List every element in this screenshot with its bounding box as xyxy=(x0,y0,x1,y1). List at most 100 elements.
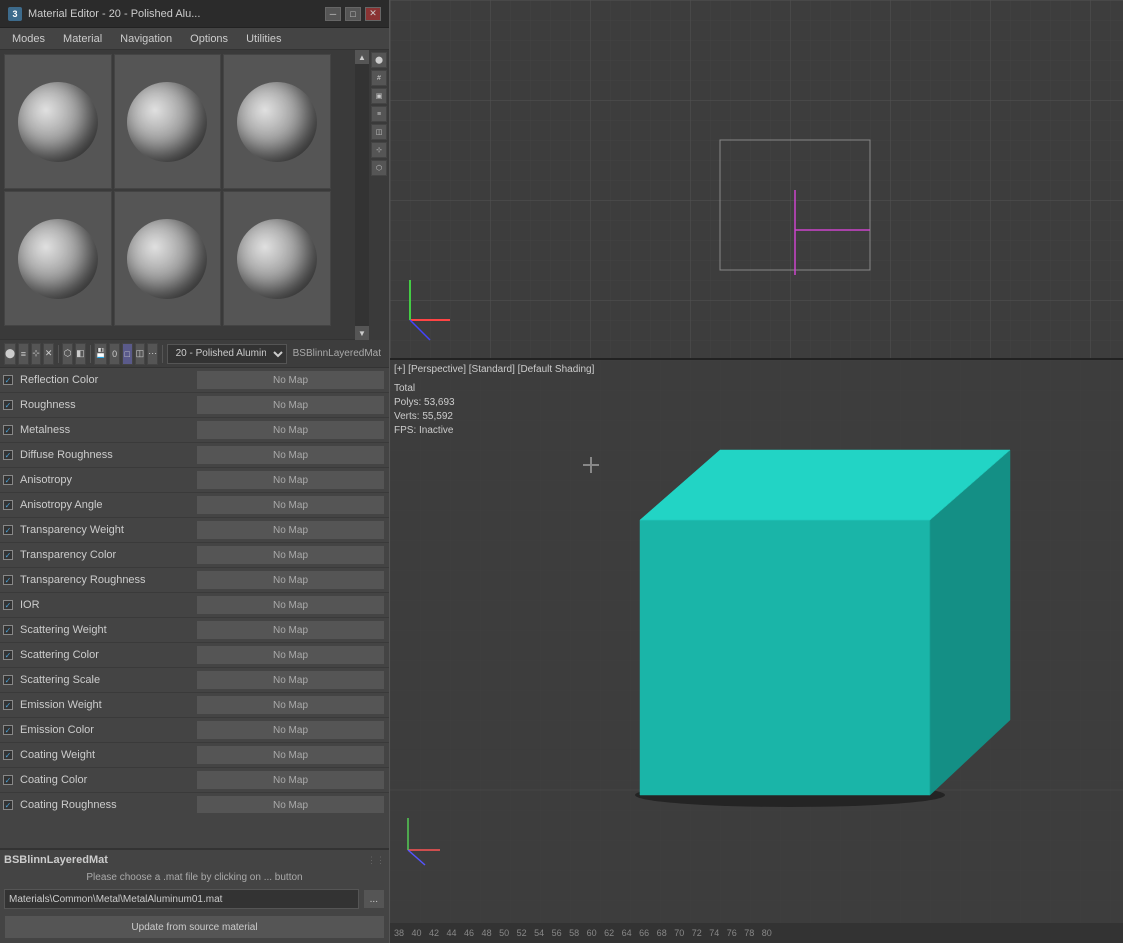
prop-value-14[interactable]: No Map xyxy=(196,720,385,740)
bs-update-button[interactable]: Update from source material xyxy=(4,915,385,939)
prop-value-9[interactable]: No Map xyxy=(196,595,385,615)
prop-checkbox-11[interactable]: ✓ xyxy=(3,650,13,660)
prop-checkbox-12[interactable]: ✓ xyxy=(3,675,13,685)
prop-checkbox-4[interactable]: ✓ xyxy=(3,475,13,485)
preview-icon-4[interactable]: ≡ xyxy=(371,106,387,122)
menu-material[interactable]: Material xyxy=(55,31,110,47)
toolbar-btn-10[interactable]: ⋯ xyxy=(147,343,158,365)
preview-icon-1[interactable]: ⬤ xyxy=(371,52,387,68)
prop-checkbox-8[interactable]: ✓ xyxy=(3,575,13,585)
menu-navigation[interactable]: Navigation xyxy=(112,31,180,47)
title-bar-left: 3 Material Editor - 20 - Polished Alu... xyxy=(8,7,200,21)
prop-value-4[interactable]: No Map xyxy=(196,470,385,490)
bs-browse-button[interactable]: ... xyxy=(363,889,385,909)
prop-checkbox-2[interactable]: ✓ xyxy=(3,425,13,435)
toolbar-btn-8[interactable]: □ xyxy=(122,343,133,365)
prop-checkbox-16[interactable]: ✓ xyxy=(3,775,13,785)
top-wireframe-viewport xyxy=(390,0,1123,360)
prop-checkbox-5[interactable]: ✓ xyxy=(3,500,13,510)
prop-name-11: Scattering Color xyxy=(16,649,196,661)
bs-header: BSBlinnLayeredMat ⋮⋮ xyxy=(4,854,385,866)
menu-options[interactable]: Options xyxy=(182,31,236,47)
preview-icon-5[interactable]: ◫ xyxy=(371,124,387,140)
scroll-up-arrow[interactable]: ▲ xyxy=(355,50,369,64)
preview-cell-3[interactable] xyxy=(223,54,331,189)
prop-value-2[interactable]: No Map xyxy=(196,420,385,440)
toolbar: ⬤ ≡ ⊹ ✕ ⬡ ◧ 💾 0 □ ◫ ⋯ 20 - Polished Alum… xyxy=(0,340,389,368)
toolbar-btn-5[interactable]: ⬡ xyxy=(62,343,73,365)
toolbar-btn-6[interactable]: ◧ xyxy=(75,343,86,365)
prop-checkbox-17[interactable]: ✓ xyxy=(3,800,13,810)
toolbar-btn-7[interactable]: 0 xyxy=(109,343,120,365)
prop-checkbox-6[interactable]: ✓ xyxy=(3,525,13,535)
fps-value: Inactive xyxy=(419,425,453,436)
prop-value-7[interactable]: No Map xyxy=(196,545,385,565)
toolbar-btn-4[interactable]: ✕ xyxy=(43,343,54,365)
preview-grid xyxy=(0,50,335,330)
preview-icon-2[interactable]: # xyxy=(371,70,387,86)
prop-checkbox-13[interactable]: ✓ xyxy=(3,700,13,710)
prop-checkbox-9[interactable]: ✓ xyxy=(3,600,13,610)
prop-value-1[interactable]: No Map xyxy=(196,395,385,415)
prop-checkbox-3[interactable]: ✓ xyxy=(3,450,13,460)
prop-checkbox-0[interactable]: ✓ xyxy=(3,375,13,385)
restore-button[interactable]: □ xyxy=(345,7,361,21)
prop-value-6[interactable]: No Map xyxy=(196,520,385,540)
preview-icon-7[interactable]: ⬡ xyxy=(371,160,387,176)
menu-utilities[interactable]: Utilities xyxy=(238,31,289,47)
prop-row-0: ✓Reflection ColorNo Map xyxy=(0,368,389,393)
prop-value-15[interactable]: No Map xyxy=(196,745,385,765)
prop-value-11[interactable]: No Map xyxy=(196,645,385,665)
prop-value-10[interactable]: No Map xyxy=(196,620,385,640)
toolbar-btn-2[interactable]: ≡ xyxy=(18,343,29,365)
polys-value: 53,693 xyxy=(424,397,455,408)
minimize-button[interactable]: ─ xyxy=(325,7,341,21)
prop-name-0: Reflection Color xyxy=(16,374,196,386)
stats-verts: Verts: 55,592 xyxy=(394,410,455,424)
prop-checkbox-15[interactable]: ✓ xyxy=(3,750,13,760)
preview-cell-2[interactable] xyxy=(114,54,222,189)
prop-value-17[interactable]: No Map xyxy=(196,795,385,813)
prop-checkbox-1[interactable]: ✓ xyxy=(3,400,13,410)
properties-list: ✓Reflection ColorNo Map✓RoughnessNo Map✓… xyxy=(0,368,389,813)
scroll-down-arrow[interactable]: ▼ xyxy=(355,326,369,340)
close-button[interactable]: ✕ xyxy=(365,7,381,21)
bs-path-input[interactable] xyxy=(4,889,359,909)
app-icon: 3 xyxy=(8,7,22,21)
verts-value: 55,592 xyxy=(422,411,453,422)
preview-icon-6[interactable]: ⊹ xyxy=(371,142,387,158)
toolbar-btn-save[interactable]: 💾 xyxy=(94,343,107,365)
title-controls: ─ □ ✕ xyxy=(325,7,381,21)
prop-value-13[interactable]: No Map xyxy=(196,695,385,715)
prop-checkbox-7[interactable]: ✓ xyxy=(3,550,13,560)
prop-check-6: ✓ xyxy=(0,525,16,535)
prop-value-3[interactable]: No Map xyxy=(196,445,385,465)
stats-total: Total xyxy=(394,382,455,396)
prop-checkbox-10[interactable]: ✓ xyxy=(3,625,13,635)
prop-value-0[interactable]: No Map xyxy=(196,370,385,390)
menu-modes[interactable]: Modes xyxy=(4,31,53,47)
prop-name-7: Transparency Color xyxy=(16,549,196,561)
polys-label: Polys: xyxy=(394,397,421,408)
prop-name-16: Coating Color xyxy=(16,774,196,786)
material-type-label: BSBlinnLayeredMat xyxy=(289,348,385,359)
toolbar-btn-3[interactable]: ⊹ xyxy=(31,343,42,365)
sphere-2 xyxy=(127,82,207,162)
prop-name-6: Transparency Weight xyxy=(16,524,196,536)
toolbar-btn-9[interactable]: ◫ xyxy=(135,343,146,365)
prop-check-1: ✓ xyxy=(0,400,16,410)
preview-cell-1[interactable] xyxy=(4,54,112,189)
prop-value-16[interactable]: No Map xyxy=(196,770,385,790)
prop-value-8[interactable]: No Map xyxy=(196,570,385,590)
prop-row-1: ✓RoughnessNo Map xyxy=(0,393,389,418)
material-dropdown[interactable]: 20 - Polished Aluminum xyxy=(167,344,287,364)
prop-value-12[interactable]: No Map xyxy=(196,670,385,690)
preview-icon-3[interactable]: ▣ xyxy=(371,88,387,104)
toolbar-btn-1[interactable]: ⬤ xyxy=(4,343,16,365)
preview-cell-4[interactable] xyxy=(4,191,112,326)
prop-check-17: ✓ xyxy=(0,800,16,810)
preview-cell-5[interactable] xyxy=(114,191,222,326)
preview-cell-6[interactable] xyxy=(223,191,331,326)
prop-checkbox-14[interactable]: ✓ xyxy=(3,725,13,735)
prop-value-5[interactable]: No Map xyxy=(196,495,385,515)
